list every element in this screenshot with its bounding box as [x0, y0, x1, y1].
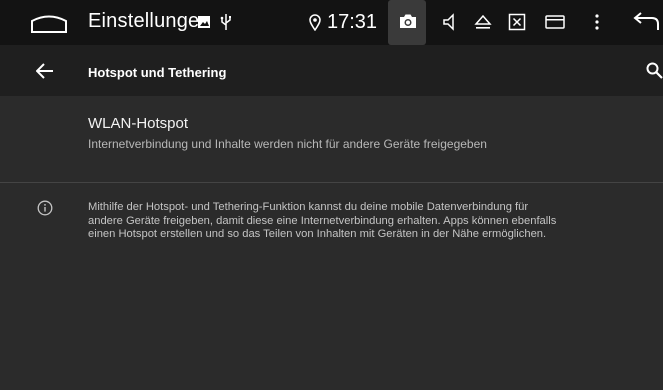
close-box-icon[interactable] [508, 13, 526, 31]
search-icon[interactable] [646, 62, 663, 79]
info-text-line: Mithilfe der Hotspot- und Tethering-Funk… [88, 201, 529, 213]
info-text: Mithilfe der Hotspot- und Tethering-Funk… [88, 201, 648, 242]
window-icon[interactable] [545, 14, 565, 30]
wlan-hotspot-title: WLAN-Hotspot [88, 115, 189, 132]
camera-icon[interactable] [399, 13, 417, 29]
app-title: Einstellungen [88, 10, 211, 32]
volume-icon[interactable] [442, 13, 460, 31]
home-icon[interactable] [30, 12, 68, 34]
more-vert-icon[interactable] [594, 13, 600, 31]
wlan-hotspot-item[interactable]: WLAN-Hotspot Internetverbindung und Inha… [0, 96, 663, 183]
location-icon [309, 14, 321, 31]
info-footer: Mithilfe der Hotspot- und Tethering-Funk… [0, 183, 663, 263]
clock: 17:31 [327, 11, 378, 33]
eject-icon[interactable] [474, 13, 492, 31]
wlan-hotspot-summary: Internetverbindung und Inhalte werden ni… [88, 137, 487, 151]
info-icon [37, 200, 53, 216]
app-bar: Hotspot und Tethering [0, 45, 663, 96]
info-text-line: andere Geräte freigeben, damit diese ein… [88, 214, 557, 227]
image-icon [198, 16, 210, 28]
page-title: Hotspot und Tethering [88, 65, 227, 80]
back-icon[interactable] [632, 12, 660, 34]
info-text-line: einen Hotspot erstellen und so das Teile… [88, 228, 547, 240]
status-bar: Einstellungen 17:31 [0, 0, 663, 45]
usb-icon [220, 14, 231, 30]
arrow-back-icon[interactable] [36, 63, 54, 79]
